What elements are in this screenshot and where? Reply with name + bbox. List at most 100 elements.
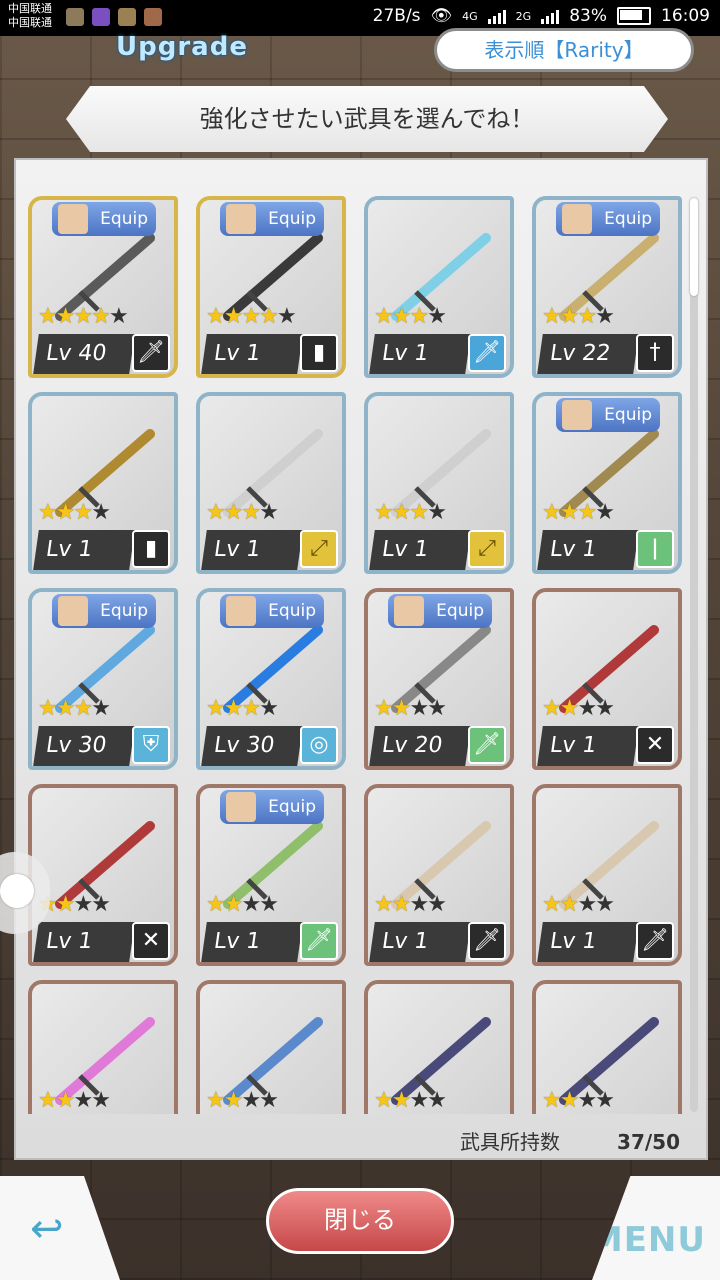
notification-icons <box>66 8 162 26</box>
dagger-icon: 🗡 <box>300 922 338 960</box>
star-filled-icon: ★ <box>206 696 226 721</box>
equipment-card[interactable]: ★★★★ <box>196 980 346 1114</box>
star-rating: ★★★★ <box>206 696 279 721</box>
level-label: Lv 30 <box>33 726 135 766</box>
star-filled-icon: ★ <box>391 696 412 721</box>
close-button[interactable]: 閉じる <box>266 1188 454 1254</box>
star-empty-icon: ★ <box>427 1088 447 1113</box>
equipment-card[interactable]: ★★★★ Lv 1 🗡 <box>364 784 514 966</box>
star-empty-icon: ★ <box>577 1088 597 1113</box>
eye-icon: 👁 <box>430 6 453 26</box>
item-count: 武具所持数 37/50 <box>460 1124 690 1160</box>
star-rating: ★★★★ <box>542 1088 615 1113</box>
character-avatar <box>562 400 592 430</box>
equipment-card[interactable]: ★★★★ Lv 1 ▮ <box>28 392 178 574</box>
star-filled-icon: ★ <box>55 1088 76 1113</box>
scrollbar[interactable] <box>690 198 698 1112</box>
dagger-icon: 🗡 <box>468 922 506 960</box>
back-arrow-icon: ↩ <box>30 1206 64 1252</box>
star-empty-icon: ★ <box>91 892 111 917</box>
app-notification-icon <box>118 8 136 26</box>
equipment-card[interactable]: ★★★★ <box>28 980 178 1114</box>
one-hand-sword-icon: 🗡 <box>468 334 506 372</box>
star-empty-icon: ★ <box>73 892 93 917</box>
star-filled-icon: ★ <box>409 500 429 525</box>
star-filled-icon: ★ <box>55 500 76 525</box>
star-empty-icon: ★ <box>73 1088 93 1113</box>
equip-label: Equip <box>268 797 316 817</box>
equipment-card[interactable]: Equip ★★★★★ Lv 40 🗡 <box>28 196 178 378</box>
star-filled-icon: ★ <box>559 1088 580 1113</box>
equipment-card[interactable]: Equip ★★★★★ Lv 1 ▮ <box>196 196 346 378</box>
equipment-card[interactable]: Equip ★★★★ Lv 20 🗡 <box>364 588 514 770</box>
accessory-icon: ◎ <box>300 726 338 764</box>
equip-badge: Equip <box>556 202 660 236</box>
level-label: Lv 1 <box>537 726 639 766</box>
equipment-grid[interactable]: Equip ★★★★★ Lv 40 🗡 Equip ★★★★★ Lv 1 ▮ ★★★★ Lv 1 🗡… <box>18 196 688 1114</box>
star-filled-icon: ★ <box>223 304 244 329</box>
staff-icon: ǀ <box>636 530 674 568</box>
level-label: Lv 1 <box>369 530 471 570</box>
star-empty-icon: ★ <box>409 696 429 721</box>
level-label: Lv 1 <box>201 530 303 570</box>
star-filled-icon: ★ <box>223 1088 244 1113</box>
scrollbar-thumb[interactable] <box>690 198 698 296</box>
equipment-card[interactable]: ★★★★ <box>532 980 682 1114</box>
bullet-icon: ▮ <box>300 334 338 372</box>
star-filled-icon: ★ <box>223 892 244 917</box>
equipment-card[interactable]: ★★★★ <box>364 980 514 1114</box>
level-label: Lv 1 <box>201 334 303 374</box>
star-empty-icon: ★ <box>595 304 615 329</box>
star-empty-icon: ★ <box>259 892 279 917</box>
star-filled-icon: ★ <box>206 500 226 525</box>
star-filled-icon: ★ <box>374 696 394 721</box>
equipment-card[interactable]: Equip ★★★★ Lv 30 ⛨ <box>28 588 178 770</box>
star-filled-icon: ★ <box>374 304 394 329</box>
star-filled-icon: ★ <box>391 892 412 917</box>
one-hand-sword-icon: 🗡 <box>468 726 506 764</box>
star-rating: ★★★★ <box>206 892 279 917</box>
star-empty-icon: ★ <box>595 696 615 721</box>
equipment-card[interactable]: ★★★★Lv 1✕ <box>532 588 682 770</box>
star-filled-icon: ★ <box>559 892 580 917</box>
star-filled-icon: ★ <box>542 696 562 721</box>
app-notification-icon <box>92 8 110 26</box>
dual-blades-icon: ✕ <box>636 726 674 764</box>
star-rating: ★★★★ <box>542 892 615 917</box>
star-empty-icon: ★ <box>577 696 597 721</box>
star-filled-icon: ★ <box>223 500 244 525</box>
character-avatar <box>226 204 256 234</box>
star-filled-icon: ★ <box>55 696 76 721</box>
level-label: Lv 1 <box>369 334 471 374</box>
star-filled-icon: ★ <box>206 304 226 329</box>
equipment-card[interactable]: ★★★★Lv 1✕ <box>28 784 178 966</box>
star-filled-icon: ★ <box>38 696 58 721</box>
star-filled-icon: ★ <box>559 696 580 721</box>
page-title: Upgrade <box>116 32 248 62</box>
star-empty-icon: ★ <box>595 1088 615 1113</box>
equipment-card[interactable]: Equip ★★★★ Lv 1 🗡 <box>196 784 346 966</box>
sort-order-button[interactable]: 表示順【Rarity】 <box>434 28 694 72</box>
star-empty-icon: ★ <box>595 892 615 917</box>
star-filled-icon: ★ <box>241 304 261 329</box>
star-empty-icon: ★ <box>108 304 129 329</box>
equipment-card[interactable]: ★★★★ Lv 1 🗡 <box>364 196 514 378</box>
bullet-icon: ▮ <box>132 530 170 568</box>
equip-label: Equip <box>604 405 652 425</box>
star-filled-icon: ★ <box>73 500 93 525</box>
star-filled-icon: ★ <box>206 892 226 917</box>
equipment-card[interactable]: Equip ★★★★ Lv 1ǀ <box>532 392 682 574</box>
equipment-card[interactable]: Equip ★★★★ Lv 22 † <box>532 196 682 378</box>
star-filled-icon: ★ <box>55 892 76 917</box>
equipment-card[interactable]: ★★★★ Lv 1 🗡 <box>532 784 682 966</box>
equipment-card[interactable]: ★★★★ Lv 1 ⤢ <box>196 392 346 574</box>
star-rating: ★★★★ <box>374 892 447 917</box>
one-hand-sword-icon: 🗡 <box>132 334 170 372</box>
equipment-card[interactable]: Equip ★★★★ Lv 30 ◎ <box>196 588 346 770</box>
star-filled-icon: ★ <box>559 500 580 525</box>
equip-badge: Equip <box>388 594 492 628</box>
battery-percent: 83% <box>569 6 607 26</box>
star-filled-icon: ★ <box>38 304 58 329</box>
equipment-card[interactable]: ★★★★ Lv 1 ⤢ <box>364 392 514 574</box>
star-filled-icon: ★ <box>391 500 412 525</box>
